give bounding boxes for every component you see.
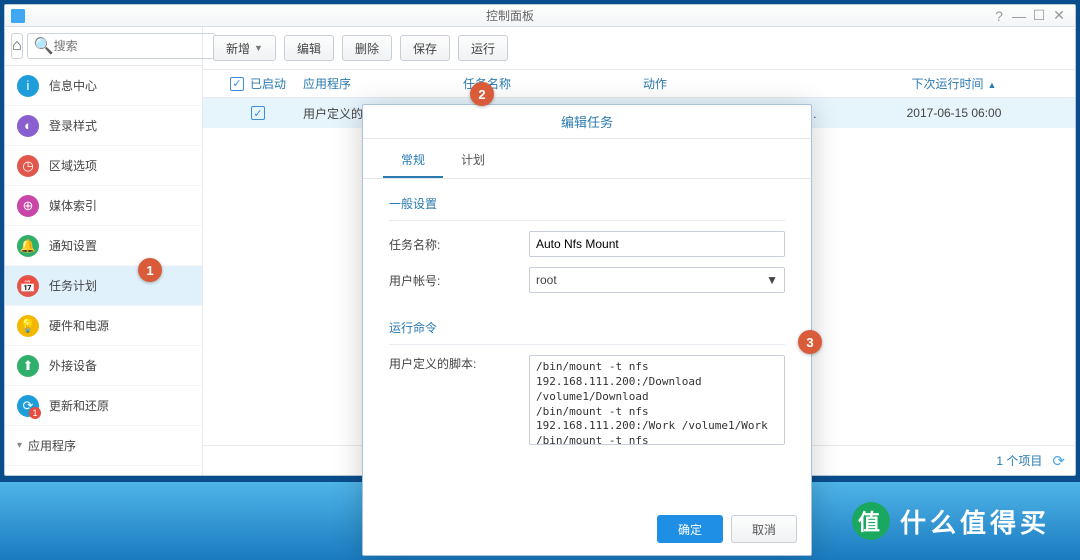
help-button[interactable]: ? (989, 8, 1009, 24)
search-box[interactable]: 🔍 (27, 33, 216, 59)
col-enabled[interactable]: ✓已启动 (213, 75, 303, 92)
sidebar-item-8[interactable]: ⟳1 更新和还原 (5, 386, 202, 426)
sidebar: ⌂ 🔍 i 信息中心 ◐ 登录样式 ◷ 区域选项 ⊕ 媒体索引 🔔 通知设置 📅 任务计划 💡 硬件和电源… (5, 27, 203, 475)
chevron-down-icon: ▾ (17, 440, 22, 451)
row-checkbox[interactable]: ✓ (251, 106, 265, 120)
col-next[interactable]: 下次运行时间▲ (833, 75, 1075, 92)
sidebar-item-label: 区域选项 (49, 157, 97, 174)
brand-icon: 值 (852, 502, 890, 540)
section-general: 一般设置 (389, 189, 785, 221)
sidebar-item-label: 通知设置 (49, 237, 97, 254)
header-checkbox[interactable]: ✓ (230, 77, 244, 91)
sidebar-item-label: 应用程序 (28, 437, 76, 454)
sidebar-item-label: 媒体索引 (49, 197, 97, 214)
label-user: 用户帐号: (389, 272, 529, 289)
callout-2: 2 (470, 82, 494, 106)
col-app[interactable]: 应用程序 (303, 75, 463, 92)
brand-text: 什么值得买 (900, 503, 1050, 540)
home-button[interactable]: ⌂ (11, 33, 23, 59)
app-icon (11, 9, 25, 23)
sidebar-item-label: 硬件和电源 (49, 317, 109, 334)
cancel-button[interactable]: 取消 (731, 515, 797, 543)
sidebar-item-1[interactable]: ◐ 登录样式 (5, 106, 202, 146)
sidebar-item-6[interactable]: 💡 硬件和电源 (5, 306, 202, 346)
sidebar-item-label: 信息中心 (49, 77, 97, 94)
input-taskname[interactable] (529, 231, 785, 257)
close-button[interactable]: ✕ (1049, 7, 1069, 24)
tab-schedule[interactable]: 计划 (443, 143, 503, 178)
chevron-down-icon: ▼ (766, 273, 778, 287)
search-icon: 🔍 (34, 36, 54, 56)
titlebar: 控制面板 ? — ☐ ✕ (5, 5, 1075, 27)
sidebar-item-7[interactable]: ⬆ 外接设备 (5, 346, 202, 386)
sidebar-item-label: 登录样式 (49, 117, 97, 134)
ok-button[interactable]: 确定 (657, 515, 723, 543)
item-count: 1 个项目 (996, 452, 1042, 469)
run-button[interactable]: 运行 (458, 35, 508, 61)
sidebar-icon: 💡 (17, 315, 39, 337)
minimize-button[interactable]: — (1009, 8, 1029, 24)
callout-1: 1 (138, 258, 162, 282)
select-user[interactable]: root▼ (529, 267, 785, 293)
sidebar-item-label: 更新和还原 (49, 397, 109, 414)
reload-button[interactable]: ⟳ (1052, 452, 1065, 470)
col-action[interactable]: 动作 (643, 75, 833, 92)
sidebar-item-4[interactable]: 🔔 通知设置 (5, 226, 202, 266)
sidebar-icon: ⟳1 (17, 395, 39, 417)
dialog-title: 编辑任务 (363, 105, 811, 139)
sidebar-item-9[interactable]: ▾ 应用程序 (5, 426, 202, 466)
label-taskname: 任务名称: (389, 236, 529, 253)
badge: 1 (29, 407, 41, 419)
grid-header: ✓已启动 应用程序 任务名称 动作 下次运行时间▲ (203, 70, 1075, 98)
brand: 值 什么值得买 (852, 502, 1050, 540)
chevron-down-icon: ▼ (254, 43, 263, 53)
sidebar-icon: 🔔 (17, 235, 39, 257)
sort-asc-icon: ▲ (988, 80, 997, 90)
sidebar-icon: 📅 (17, 275, 39, 297)
edit-task-dialog: 编辑任务 常规 计划 一般设置 任务名称: 用户帐号: root▼ 运行命令 用… (362, 104, 812, 556)
tab-general[interactable]: 常规 (383, 143, 443, 178)
sidebar-item-label: 外接设备 (49, 357, 97, 374)
sidebar-item-2[interactable]: ◷ 区域选项 (5, 146, 202, 186)
toolbar: 新增▼ 编辑 删除 保存 运行 (203, 27, 1075, 70)
section-runcmd: 运行命令 (389, 313, 785, 345)
sidebar-icon: ⊕ (17, 195, 39, 217)
delete-button[interactable]: 删除 (342, 35, 392, 61)
dialog-tabs: 常规 计划 (363, 139, 811, 179)
edit-button[interactable]: 编辑 (284, 35, 334, 61)
sidebar-item-5[interactable]: 📅 任务计划 (5, 266, 202, 306)
new-button[interactable]: 新增▼ (213, 35, 276, 61)
sidebar-icon: ◷ (17, 155, 39, 177)
sidebar-item-3[interactable]: ⊕ 媒体索引 (5, 186, 202, 226)
sidebar-item-0[interactable]: i 信息中心 (5, 66, 202, 106)
sidebar-icon: ⬆ (17, 355, 39, 377)
sidebar-icon: 🌐 (17, 475, 39, 476)
search-input[interactable] (54, 39, 209, 53)
maximize-button[interactable]: ☐ (1029, 7, 1049, 24)
row-next: 2017-06-15 06:00 (833, 106, 1075, 120)
sidebar-item-10[interactable]: 🌐Web 服务 (5, 466, 202, 475)
save-button[interactable]: 保存 (400, 35, 450, 61)
textarea-script[interactable]: /bin/mount -t nfs 192.168.111.200:/Downl… (529, 355, 785, 445)
label-script: 用户定义的脚本: (389, 355, 529, 372)
window-title: 控制面板 (31, 7, 989, 24)
sidebar-icon: i (17, 75, 39, 97)
sidebar-item-label: 任务计划 (49, 277, 97, 294)
sidebar-icon: ◐ (17, 115, 39, 137)
callout-3: 3 (798, 330, 822, 354)
